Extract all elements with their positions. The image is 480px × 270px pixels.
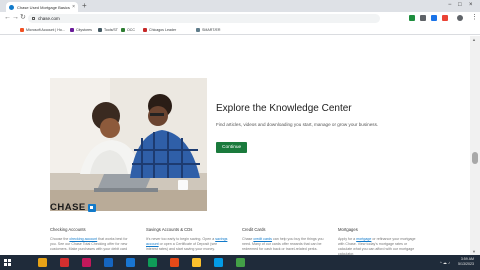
- bookmark-label: SMART/ER: [202, 28, 221, 32]
- column-text-part: Apply for a: [338, 237, 357, 241]
- browser-menu-icon[interactable]: ⋮: [471, 14, 478, 22]
- reload-icon[interactable]: ↻: [20, 14, 26, 22]
- bookmark-label: Microsoft Account | Ho...: [26, 28, 65, 32]
- page-scrollbar[interactable]: ▲ ▼: [470, 36, 480, 255]
- column-text: Apply for a mortgage or refinance your m…: [338, 237, 420, 255]
- bookmark-item[interactable]: SMART/ER: [196, 27, 221, 33]
- close-window-icon[interactable]: ×: [469, 1, 473, 9]
- chase-octagon-icon: [87, 203, 96, 212]
- taskbar-app-icon[interactable]: [82, 258, 91, 267]
- promo-description: Find articles, videos and downloading yo…: [216, 122, 379, 127]
- clock-date: 5/13/2023: [458, 262, 474, 266]
- column-title: Credit Cards: [242, 227, 266, 232]
- chase-favicon-icon: [9, 4, 14, 10]
- footer-column-savings: Savings Accounts & CDs It's never too ea…: [146, 227, 228, 252]
- taskbar-app-icon[interactable]: [104, 258, 113, 267]
- extension-icon[interactable]: [442, 15, 448, 21]
- footer-column-mortgages: Mortgages Apply for a mortgage or refina…: [338, 227, 420, 255]
- close-tab-icon[interactable]: ×: [72, 4, 75, 10]
- profile-avatar-icon[interactable]: [457, 15, 463, 21]
- mortgage-link[interactable]: mortgage: [356, 237, 371, 241]
- new-tab-button[interactable]: +: [82, 2, 87, 10]
- bookmark-label: OCC: [127, 28, 135, 32]
- bookmark-favicon-icon: [98, 28, 102, 32]
- column-text-part: Choose the: [50, 237, 70, 241]
- hero-image: [50, 78, 207, 211]
- extension-icon[interactable]: [420, 15, 426, 21]
- bookmark-label: Tools/ST: [104, 28, 118, 32]
- bookmark-item[interactable]: Chicagos Leader: [143, 27, 176, 33]
- column-text-part: It's never too early to begin saving. Op…: [146, 237, 216, 241]
- extension-icon[interactable]: [409, 15, 415, 21]
- knowledge-center-promo: Explore the Knowledge Center Find articl…: [216, 103, 446, 153]
- taskbar-app-icon[interactable]: [170, 258, 179, 267]
- bookmark-label: Chicagos Leader: [149, 28, 177, 32]
- taskbar-app-icon[interactable]: [148, 258, 157, 267]
- footer-column-credit-cards: Credit Cards Chase credit cards can help…: [242, 227, 324, 252]
- checking-account-link[interactable]: checking account: [69, 237, 97, 241]
- column-text: Choose the checking account that works b…: [50, 237, 132, 252]
- forward-arrow-icon[interactable]: →: [12, 14, 19, 22]
- tab-title: Chase Used Mortgage Basics: [17, 4, 70, 10]
- lock-icon: [32, 17, 35, 20]
- url-text: chase.com: [38, 16, 60, 21]
- people-at-laptop-illustration: [50, 78, 207, 211]
- taskbar-app-icon[interactable]: [126, 258, 135, 267]
- taskbar-app-icon[interactable]: [38, 258, 47, 267]
- system-tray-icons[interactable]: ^ ☁ ♪: [440, 260, 450, 265]
- taskbar-app-icon[interactable]: [236, 258, 245, 267]
- scroll-thumb[interactable]: [472, 152, 478, 164]
- web-page: Explore the Knowledge Center Find articl…: [0, 36, 470, 255]
- scroll-down-icon[interactable]: ▼: [472, 249, 476, 254]
- chase-logo-text: CHASE: [50, 202, 86, 213]
- taskbar-app-icon[interactable]: [192, 258, 201, 267]
- maximize-icon[interactable]: □: [458, 1, 462, 9]
- minimize-icon[interactable]: −: [448, 1, 452, 9]
- back-arrow-icon[interactable]: ←: [4, 14, 11, 22]
- bookmark-favicon-icon: [70, 28, 74, 32]
- browser-tab[interactable]: Chase Used Mortgage Basics ×: [6, 2, 78, 12]
- footer-column-checking: Checking Accounts Choose the checking ac…: [50, 227, 132, 252]
- bookmark-item[interactable]: Citystores: [70, 27, 92, 33]
- continue-button[interactable]: Continue: [216, 142, 248, 153]
- bookmark-item[interactable]: OCC: [121, 27, 135, 33]
- windows-taskbar: ^ ☁ ♪ 3:59 AM 5/13/2023: [0, 255, 480, 270]
- column-title: Mortgages: [338, 227, 358, 232]
- promo-heading: Explore the Knowledge Center: [216, 103, 352, 114]
- chase-logo[interactable]: CHASE: [50, 202, 96, 213]
- column-text: It's never too early to begin saving. Op…: [146, 237, 228, 252]
- extension-icon[interactable]: [431, 15, 437, 21]
- tab-strip: Chase Used Mortgage Basics × + − □ ×: [0, 0, 480, 12]
- column-text-part: Chase: [242, 237, 254, 241]
- bookmark-favicon-icon: [143, 28, 147, 32]
- windows-start-icon[interactable]: [4, 259, 11, 266]
- column-text: Chase credit cards can help you buy the …: [242, 237, 324, 252]
- credit-cards-link[interactable]: credit cards: [253, 237, 272, 241]
- taskbar-app-icon[interactable]: [214, 258, 223, 267]
- taskbar-app-icon[interactable]: [60, 258, 69, 267]
- bookmark-favicon-icon: [20, 28, 24, 32]
- browser-toolbar: ← → ↻ chase.com ⋮: [0, 12, 480, 25]
- bookmark-item[interactable]: Tools/ST: [98, 27, 118, 33]
- bookmark-item[interactable]: Microsoft Account | Ho...: [20, 27, 65, 33]
- bookmarks-bar: Microsoft Account | Ho... Citystores Too…: [0, 25, 480, 35]
- bookmark-label: Citystores: [76, 28, 92, 32]
- column-title: Savings Accounts & CDs: [146, 227, 193, 232]
- clock[interactable]: 3:59 AM 5/13/2023: [458, 257, 474, 267]
- scroll-up-icon[interactable]: ▲: [472, 37, 476, 42]
- address-bar[interactable]: chase.com: [28, 14, 380, 23]
- bookmark-favicon-icon: [121, 28, 125, 32]
- column-title: Checking Accounts: [50, 227, 86, 232]
- bookmark-favicon-icon: [196, 28, 200, 32]
